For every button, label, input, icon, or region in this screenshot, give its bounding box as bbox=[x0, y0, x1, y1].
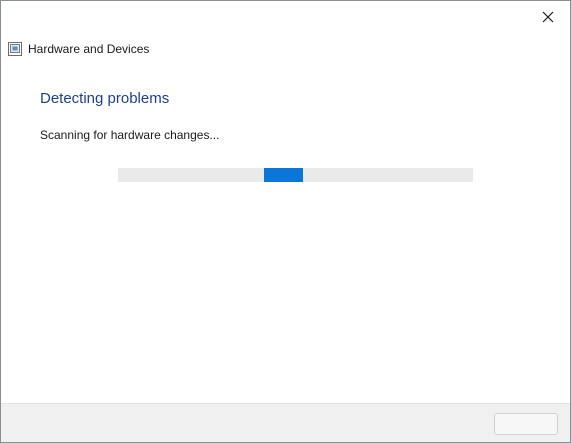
status-text: Scanning for hardware changes... bbox=[40, 128, 220, 142]
progress-indicator bbox=[263, 168, 303, 182]
footer-bar bbox=[1, 403, 570, 442]
close-icon bbox=[542, 11, 554, 23]
troubleshooter-app-icon bbox=[8, 42, 22, 56]
troubleshooter-window: Hardware and Devices Detecting problems … bbox=[0, 0, 571, 443]
close-button[interactable] bbox=[526, 1, 570, 33]
progress-bar bbox=[118, 168, 473, 182]
page-heading: Detecting problems bbox=[40, 90, 170, 107]
window-title: Hardware and Devices bbox=[28, 42, 150, 56]
window-titlebar: Hardware and Devices bbox=[8, 41, 149, 57]
cancel-button[interactable] bbox=[494, 413, 558, 435]
